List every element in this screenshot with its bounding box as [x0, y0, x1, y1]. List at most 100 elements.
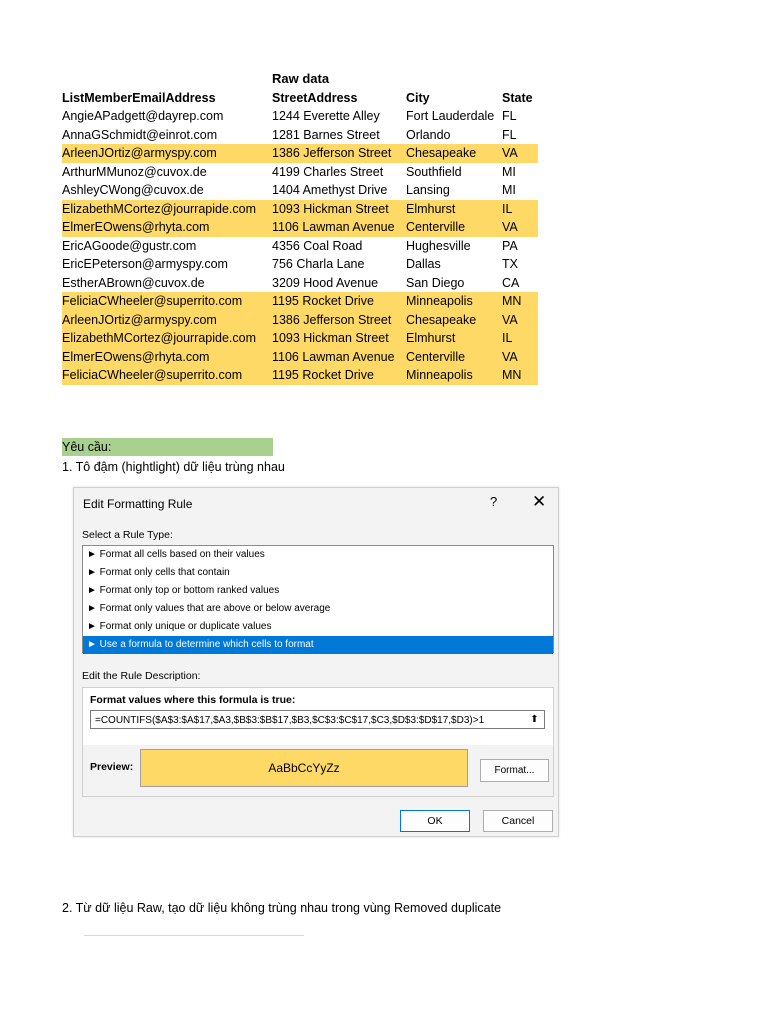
- dialog-title: Edit Formatting Rule: [83, 497, 193, 511]
- cell-city: Lansing: [406, 183, 450, 198]
- cell-street: 1195 Rocket Drive: [272, 292, 406, 311]
- cell-state: IL: [502, 329, 538, 348]
- cell-state: VA: [502, 218, 538, 237]
- preview-area: Preview: AaBbCcYyZz Format...: [83, 745, 553, 796]
- cell-email: ElmerEOwens@rhyta.com: [62, 347, 272, 366]
- raw-data-caption: Raw data: [272, 71, 330, 86]
- cell-email: EricEPeterson@armyspy.com: [62, 257, 228, 272]
- cell-street: 1093 Hickman Street: [272, 199, 406, 218]
- cell-email: FeliciaCWheeler@superrito.com: [62, 366, 272, 385]
- cell-city: Dallas: [406, 257, 441, 272]
- cell-city: Southfield: [406, 164, 462, 179]
- cell-city: Elmhurst: [406, 329, 502, 348]
- table-row: EricAGoode@gustr.com 4356 Coal Road Hughes…: [62, 237, 538, 256]
- ok-button[interactable]: OK: [400, 810, 470, 832]
- format-button[interactable]: Format...: [480, 759, 549, 782]
- cell-city: Centerville: [406, 218, 502, 237]
- header-street: StreetAddress: [272, 91, 358, 105]
- cell-street: 1106 Lawman Avenue: [272, 218, 406, 237]
- rule-type-item[interactable]: ► Use a formula to determine which cells…: [83, 636, 553, 654]
- requirements-label: Yêu cầu:: [62, 438, 273, 456]
- cell-street: 756 Charla Lane: [272, 257, 365, 272]
- table-row: EricEPeterson@armyspy.com 756 Charla Lane…: [62, 255, 538, 274]
- cell-city: San Diego: [406, 275, 465, 290]
- cell-state: FL: [502, 109, 517, 124]
- table-row: ElmerEOwens@rhyta.com 1106 Lawman Avenue C…: [62, 218, 538, 237]
- header-state: State: [502, 91, 533, 105]
- collapse-dialog-icon[interactable]: ⬆: [527, 712, 542, 727]
- cell-street: 1244 Everette Alley: [272, 109, 380, 124]
- rule-type-item[interactable]: ► Format all cells based on their values: [83, 546, 553, 564]
- cell-state: TX: [502, 257, 518, 272]
- help-icon[interactable]: ?: [490, 494, 497, 509]
- raw-data-table: ListMemberEmailAddress StreetAddress Cit…: [62, 89, 538, 385]
- cell-street: 1386 Jefferson Street: [272, 144, 406, 163]
- cell-state: PA: [502, 238, 518, 253]
- rule-type-item[interactable]: ► Format only values that are above or b…: [83, 600, 553, 618]
- cell-email: ArleenJOrtiz@armyspy.com: [62, 310, 272, 329]
- table-row: ArleenJOrtiz@armyspy.com 1386 Jefferson S…: [62, 310, 538, 329]
- cell-street: 4199 Charles Street: [272, 164, 384, 179]
- cell-state: CA: [502, 275, 520, 290]
- table-row: AshleyCWong@cuvox.de 1404 Amethyst Drive L…: [62, 181, 538, 200]
- cell-state: FL: [502, 127, 517, 142]
- table-row: AngieAPadgett@dayrep.com 1244 Everette Al…: [62, 107, 538, 126]
- cell-city: Hughesville: [406, 238, 471, 253]
- cell-street: 1281 Barnes Street: [272, 127, 380, 142]
- cell-email: EricAGoode@gustr.com: [62, 238, 197, 253]
- table-row: FeliciaCWheeler@superrito.com 1195 Rocket…: [62, 292, 538, 311]
- cell-city: Chesapeake: [406, 144, 502, 163]
- cell-street: 1195 Rocket Drive: [272, 366, 406, 385]
- cell-state: MN: [502, 366, 538, 385]
- cell-email: ElizabethMCortez@jourrapide.com: [62, 329, 272, 348]
- cell-state: IL: [502, 199, 538, 218]
- cell-city: Fort Lauderdale: [406, 109, 495, 124]
- cell-street: 3209 Hood Avenue: [272, 275, 379, 290]
- rule-type-item[interactable]: ► Format only cells that contain: [83, 564, 553, 582]
- cell-city: Elmhurst: [406, 199, 502, 218]
- cell-email: AshleyCWong@cuvox.de: [62, 183, 204, 198]
- edit-formatting-rule-dialog: Edit Formatting Rule ? ✕ Select a Rule T…: [73, 487, 559, 837]
- cell-state: MN: [502, 292, 538, 311]
- table-row: ArthurMMunoz@cuvox.de 4199 Charles Street…: [62, 163, 538, 182]
- cell-email: ArthurMMunoz@cuvox.de: [62, 164, 207, 179]
- rule-type-item[interactable]: ► Format only top or bottom ranked value…: [83, 582, 553, 600]
- formula-text: =COUNTIFS($A$3:$A$17,$A3,$B$3:$B$17,$B3,…: [95, 715, 485, 726]
- table-row: FeliciaCWheeler@superrito.com 1195 Rocket…: [62, 366, 538, 385]
- select-rule-type-label: Select a Rule Type:: [82, 529, 173, 541]
- cell-email: AnnaGSchmidt@einrot.com: [62, 127, 218, 142]
- cell-state: MI: [502, 183, 516, 198]
- cell-city: Minneapolis: [406, 292, 502, 311]
- cell-email: ElmerEOwens@rhyta.com: [62, 218, 272, 237]
- cell-city: Orlando: [406, 127, 451, 142]
- cell-state: VA: [502, 347, 538, 366]
- cell-state: VA: [502, 310, 538, 329]
- cell-email: AngieAPadgett@dayrep.com: [62, 109, 224, 124]
- header-city: City: [406, 91, 430, 105]
- table-row: ArleenJOrtiz@armyspy.com 1386 Jefferson S…: [62, 144, 538, 163]
- table-row: ElizabethMCortez@jourrapide.com 1093 Hick…: [62, 199, 538, 218]
- cell-email: EstherABrown@cuvox.de: [62, 275, 205, 290]
- close-icon[interactable]: ✕: [532, 492, 546, 512]
- rule-type-item[interactable]: ► Format only unique or duplicate values: [83, 618, 553, 636]
- cell-street: 4356 Coal Road: [272, 238, 363, 253]
- cell-state: VA: [502, 144, 538, 163]
- cell-city: Minneapolis: [406, 366, 502, 385]
- formula-label: Format values where this formula is true…: [90, 694, 296, 706]
- rule-description-panel: Format values where this formula is true…: [82, 687, 554, 797]
- table-header-row: ListMemberEmailAddress StreetAddress Cit…: [62, 89, 538, 107]
- cell-street: 1093 Hickman Street: [272, 329, 406, 348]
- formula-input[interactable]: =COUNTIFS($A$3:$A$17,$A3,$B$3:$B$17,$B3,…: [90, 710, 545, 729]
- table-row: ElmerEOwens@rhyta.com 1106 Lawman Avenue C…: [62, 347, 538, 366]
- cell-city: Chesapeake: [406, 310, 502, 329]
- cell-email: ElizabethMCortez@jourrapide.com: [62, 199, 272, 218]
- divider: [84, 935, 304, 936]
- cell-street: 1404 Amethyst Drive: [272, 183, 388, 198]
- requirement-item-1: 1. Tô đậm (hightlight) dữ liệu trùng nha…: [62, 460, 285, 474]
- table-row: AnnaGSchmidt@einrot.com 1281 Barnes Stree…: [62, 126, 538, 145]
- rule-type-list[interactable]: ► Format all cells based on their values…: [82, 545, 554, 654]
- table-row: ElizabethMCortez@jourrapide.com 1093 Hick…: [62, 329, 538, 348]
- cell-state: MI: [502, 164, 516, 179]
- cancel-button[interactable]: Cancel: [483, 810, 553, 832]
- cell-street: 1106 Lawman Avenue: [272, 347, 406, 366]
